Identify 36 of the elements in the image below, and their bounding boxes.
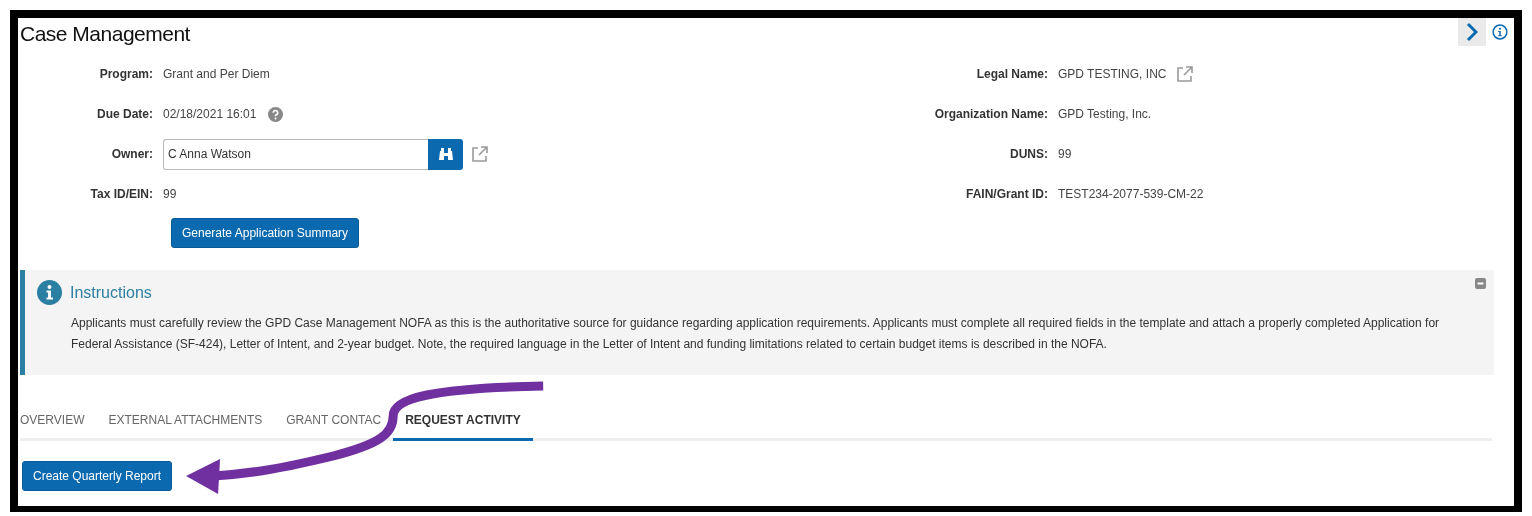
field-value: GPD TESTING, INC	[1058, 66, 1167, 83]
instructions-title: Instructions	[70, 282, 152, 303]
field-value: 99	[163, 186, 177, 203]
page-title: Case Management	[20, 21, 190, 47]
external-link-icon[interactable]	[1176, 65, 1195, 83]
field-label: Program:	[98, 66, 154, 83]
instructions-text: Applicants must carefully review the GPD Case Management NOFA as this is the authoritative source for guidance regarding application requirements. Applicants must complete all required fields in the template and attach a properly completed Application for Federal Assistance (SF-424), Letter of Intent, and 2-year budget. Note, the required language in the Letter of Intent and funding limitations related to certain budget items is described in the NOFA.	[70, 315, 1441, 353]
tab[interactable]: REQUEST ACTIVITY	[393, 403, 533, 441]
field-label: Legal Name:	[975, 66, 1049, 83]
tab[interactable]: EXTERNAL ATTACHMENTS	[96, 403, 275, 441]
info-icon	[1492, 21, 1508, 43]
field-label: DUNS:	[1009, 146, 1049, 163]
field-label: FAIN/Grant ID:	[965, 186, 1049, 203]
create-report-button[interactable]: Create Quarterly Report	[22, 461, 173, 491]
info-icon	[37, 280, 62, 305]
field-label: Organization Name:	[933, 106, 1049, 123]
chevron-right-icon	[1466, 22, 1478, 42]
field-value: Grant and Per Diem	[163, 66, 270, 83]
tab[interactable]: OVERVIEW	[20, 403, 97, 441]
field-label: Due Date:	[96, 106, 154, 123]
field-value: 99	[1058, 146, 1072, 163]
field-value: TEST234-2077-539-CM-22	[1058, 186, 1204, 203]
tab[interactable]: GRANT CONTAC	[274, 403, 394, 441]
generate-summary-button[interactable]: Generate Application Summary	[171, 218, 360, 248]
field-value: GPD Testing, Inc.	[1058, 106, 1152, 123]
field-label: Owner:	[110, 146, 154, 163]
binoculars-icon	[437, 146, 454, 162]
minus-icon	[1475, 278, 1486, 289]
help-icon[interactable]	[268, 106, 284, 122]
field-value: 02/18/2021 16:01	[163, 106, 257, 123]
chevron-button[interactable]	[1458, 18, 1486, 46]
owner-field[interactable]: C Anna Watson	[163, 138, 428, 170]
external-link-icon[interactable]	[471, 145, 489, 163]
field-label: Tax ID/EIN:	[89, 186, 154, 203]
collapse-button[interactable]	[1475, 278, 1486, 289]
lookup-button[interactable]	[428, 138, 463, 170]
